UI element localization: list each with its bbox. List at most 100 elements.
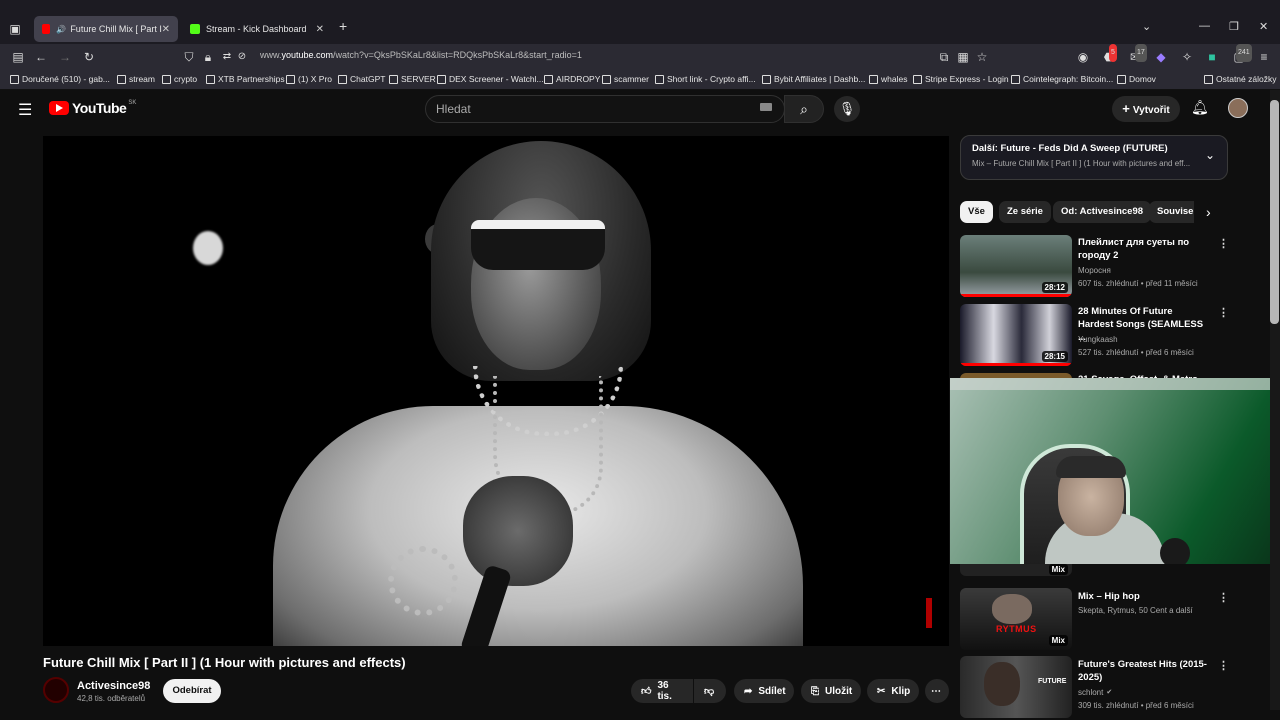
bookmark-item[interactable]: Doručené (510) - gab... <box>10 74 110 84</box>
extension-2-icon[interactable]: ✉17 <box>1126 44 1147 66</box>
extension-4-icon[interactable]: ■ <box>1203 48 1221 66</box>
address-bar[interactable]: www.youtube.com/watch?v=QksPbSKaLr8&list… <box>260 50 582 60</box>
video-thumbnail[interactable]: 28:12 <box>960 235 1072 297</box>
minimize-icon[interactable]: — <box>1199 20 1210 32</box>
plus-icon: + <box>1122 101 1130 116</box>
restore-icon[interactable]: ❐ <box>1229 20 1239 33</box>
new-tab-icon[interactable]: + <box>339 18 347 34</box>
bookmark-item[interactable]: Bybit Affiliates | Dashb... <box>762 74 865 84</box>
chip-series[interactable]: Ze série <box>999 201 1051 223</box>
scrollbar-thumb[interactable] <box>1270 100 1279 324</box>
sidebar-toggle-icon[interactable]: ▤ <box>9 48 27 66</box>
menu-icon[interactable]: ≡ <box>1255 48 1273 66</box>
speaker-icon: 🔊 <box>56 24 67 34</box>
bookmark-item[interactable]: scammer <box>602 74 649 84</box>
channel-avatar[interactable] <box>43 677 69 703</box>
chevron-right-icon[interactable]: › <box>1206 204 1211 220</box>
close-window-icon[interactable]: ✕ <box>1259 20 1268 33</box>
bookmark-item[interactable]: (1) X Pro <box>286 74 332 84</box>
create-button[interactable]: + Vytvořit <box>1112 96 1180 122</box>
tab-youtube[interactable]: 🔊 Future Chill Mix [ Part II ] (1 ✕ <box>34 16 178 42</box>
bookmark-icon <box>544 74 553 84</box>
bookmark-item[interactable]: SERVER <box>389 74 436 84</box>
thumbnail-text: FUTURE <box>1038 678 1067 685</box>
video-player[interactable] <box>43 136 949 646</box>
youtube-logo[interactable]: YouTube SK <box>49 100 136 116</box>
bookmark-item[interactable]: Short link - Crypto affi... <box>655 74 756 84</box>
like-button[interactable]: 👍︎ 36 tis. <box>631 679 693 703</box>
share-icon: ➦ <box>744 685 753 697</box>
more-options-icon[interactable]: ⋮ <box>1218 306 1229 319</box>
mix-badge: Mix <box>1048 635 1068 646</box>
bookmark-item[interactable]: Stripe Express - Login <box>913 74 1009 84</box>
bookmark-star-icon[interactable]: ☆ <box>973 48 991 66</box>
tab-list-icon[interactable]: ⌄ <box>1142 20 1151 33</box>
chip-all[interactable]: Vše <box>960 201 993 223</box>
extension-5-icon[interactable]: ▢241 <box>1230 44 1252 66</box>
video-thumbnail[interactable]: FUTURE <box>960 656 1072 718</box>
close-tab-icon[interactable]: ✕ <box>162 24 170 35</box>
save-button[interactable]: ⎘ Uložit <box>801 679 861 703</box>
subscriber-count: 42,8 tis. odběratelů <box>77 694 146 703</box>
bookmark-item[interactable]: stream <box>117 74 155 84</box>
bookmark-item[interactable]: whales <box>869 74 907 84</box>
reload-icon[interactable]: ↻ <box>80 48 98 66</box>
avatar[interactable] <box>1228 98 1248 118</box>
keyboard-icon[interactable] <box>760 103 772 111</box>
search-button[interactable]: ⌕ <box>784 95 824 123</box>
shield-icon[interactable]: ⛉ <box>180 48 198 66</box>
related-video-title[interactable]: Плейлист для суеты по городу 2 <box>1078 236 1208 262</box>
other-bookmarks[interactable]: Ostatné záložky <box>1204 74 1276 84</box>
bookmark-item[interactable]: Cointelegraph: Bitcoin... <box>1011 74 1113 84</box>
chip-channel[interactable]: Od: Activesince98 <box>1053 201 1152 223</box>
bookmark-label: Cointelegraph: Bitcoin... <box>1023 74 1114 84</box>
bookmark-item[interactable]: XTB Partnerships <box>206 74 285 84</box>
bookmark-item[interactable]: crypto <box>162 74 197 84</box>
video-thumbnail[interactable]: RYTMUS Mix <box>960 588 1072 650</box>
save-label: Uložit <box>825 685 853 697</box>
camera-blocked-icon[interactable]: ⊘ <box>233 48 251 66</box>
more-options-icon[interactable]: ⋮ <box>1218 237 1229 250</box>
bookmark-item[interactable]: ChatGPT <box>338 74 385 84</box>
bookmark-item[interactable]: Domov <box>1117 74 1156 84</box>
account-icon[interactable]: ◉ <box>1074 48 1092 66</box>
playlist-next-panel[interactable]: Další: Future - Feds Did A Sweep (FUTURE… <box>960 135 1228 180</box>
watch-progress-bar <box>960 294 1072 297</box>
extensions-puzzle-icon[interactable]: ✧ <box>1178 48 1196 66</box>
related-video-title[interactable]: Future's Greatest Hits (2015-2025) <box>1078 658 1208 684</box>
video-thumbnail[interactable]: 28:15 <box>960 304 1072 366</box>
reader-view-icon[interactable]: ▦ <box>954 48 972 66</box>
lock-icon[interactable]: 🔒︎ <box>199 48 217 66</box>
voice-search-button[interactable]: 🎙︎ <box>834 96 860 122</box>
close-tab-icon[interactable]: ✕ <box>316 24 324 35</box>
tab-kick[interactable]: Stream - Kick Dashboard ✕ <box>182 16 332 42</box>
back-icon[interactable]: ← <box>32 48 50 66</box>
more-actions-button[interactable]: ⋯ <box>925 679 949 703</box>
duration-badge: 28:12 <box>1041 282 1068 293</box>
forward-icon[interactable]: → <box>56 48 74 66</box>
hamburger-menu-icon[interactable]: ☰ <box>18 100 32 120</box>
related-video-title[interactable]: Mix – Hip hop <box>1078 590 1208 603</box>
subscribe-button[interactable]: Odebírat <box>163 679 221 703</box>
video-thumbnail[interactable]: Mix <box>960 564 1072 576</box>
extension-3-icon[interactable]: ◆ <box>1152 48 1170 66</box>
dislike-button[interactable]: 👎︎ <box>694 679 726 703</box>
bookmark-item[interactable]: AIRDROPY <box>544 74 600 84</box>
picture-in-picture-icon[interactable]: ⧉ <box>935 48 953 66</box>
clip-button[interactable]: ✂ Klip <box>867 679 919 703</box>
bookmark-item[interactable]: DEX Screener - Watchl... <box>437 74 544 84</box>
more-options-icon[interactable]: ⋮ <box>1218 591 1229 604</box>
related-meta: 607 tis. zhlédnutí • před 11 měsíci <box>1078 279 1198 288</box>
tab-overview-icon[interactable]: ▣ <box>6 20 24 38</box>
search-input[interactable]: Hledat <box>425 95 785 123</box>
notifications-bell-icon[interactable]: 🔔︎ <box>1191 99 1209 116</box>
more-options-icon[interactable]: ⋮ <box>1218 659 1229 672</box>
channel-name[interactable]: Activesince98 <box>77 680 150 692</box>
chip-related[interactable]: Souvise <box>1149 201 1194 223</box>
share-button[interactable]: ➦ Sdílet <box>734 679 794 703</box>
bookmark-icon <box>389 74 398 84</box>
verified-icon: ✔ <box>1106 689 1113 696</box>
extension-1-icon[interactable]: ⬣5 <box>1100 44 1118 66</box>
chevron-down-icon[interactable]: ⌄ <box>1205 148 1215 162</box>
folder-icon <box>1204 74 1213 84</box>
